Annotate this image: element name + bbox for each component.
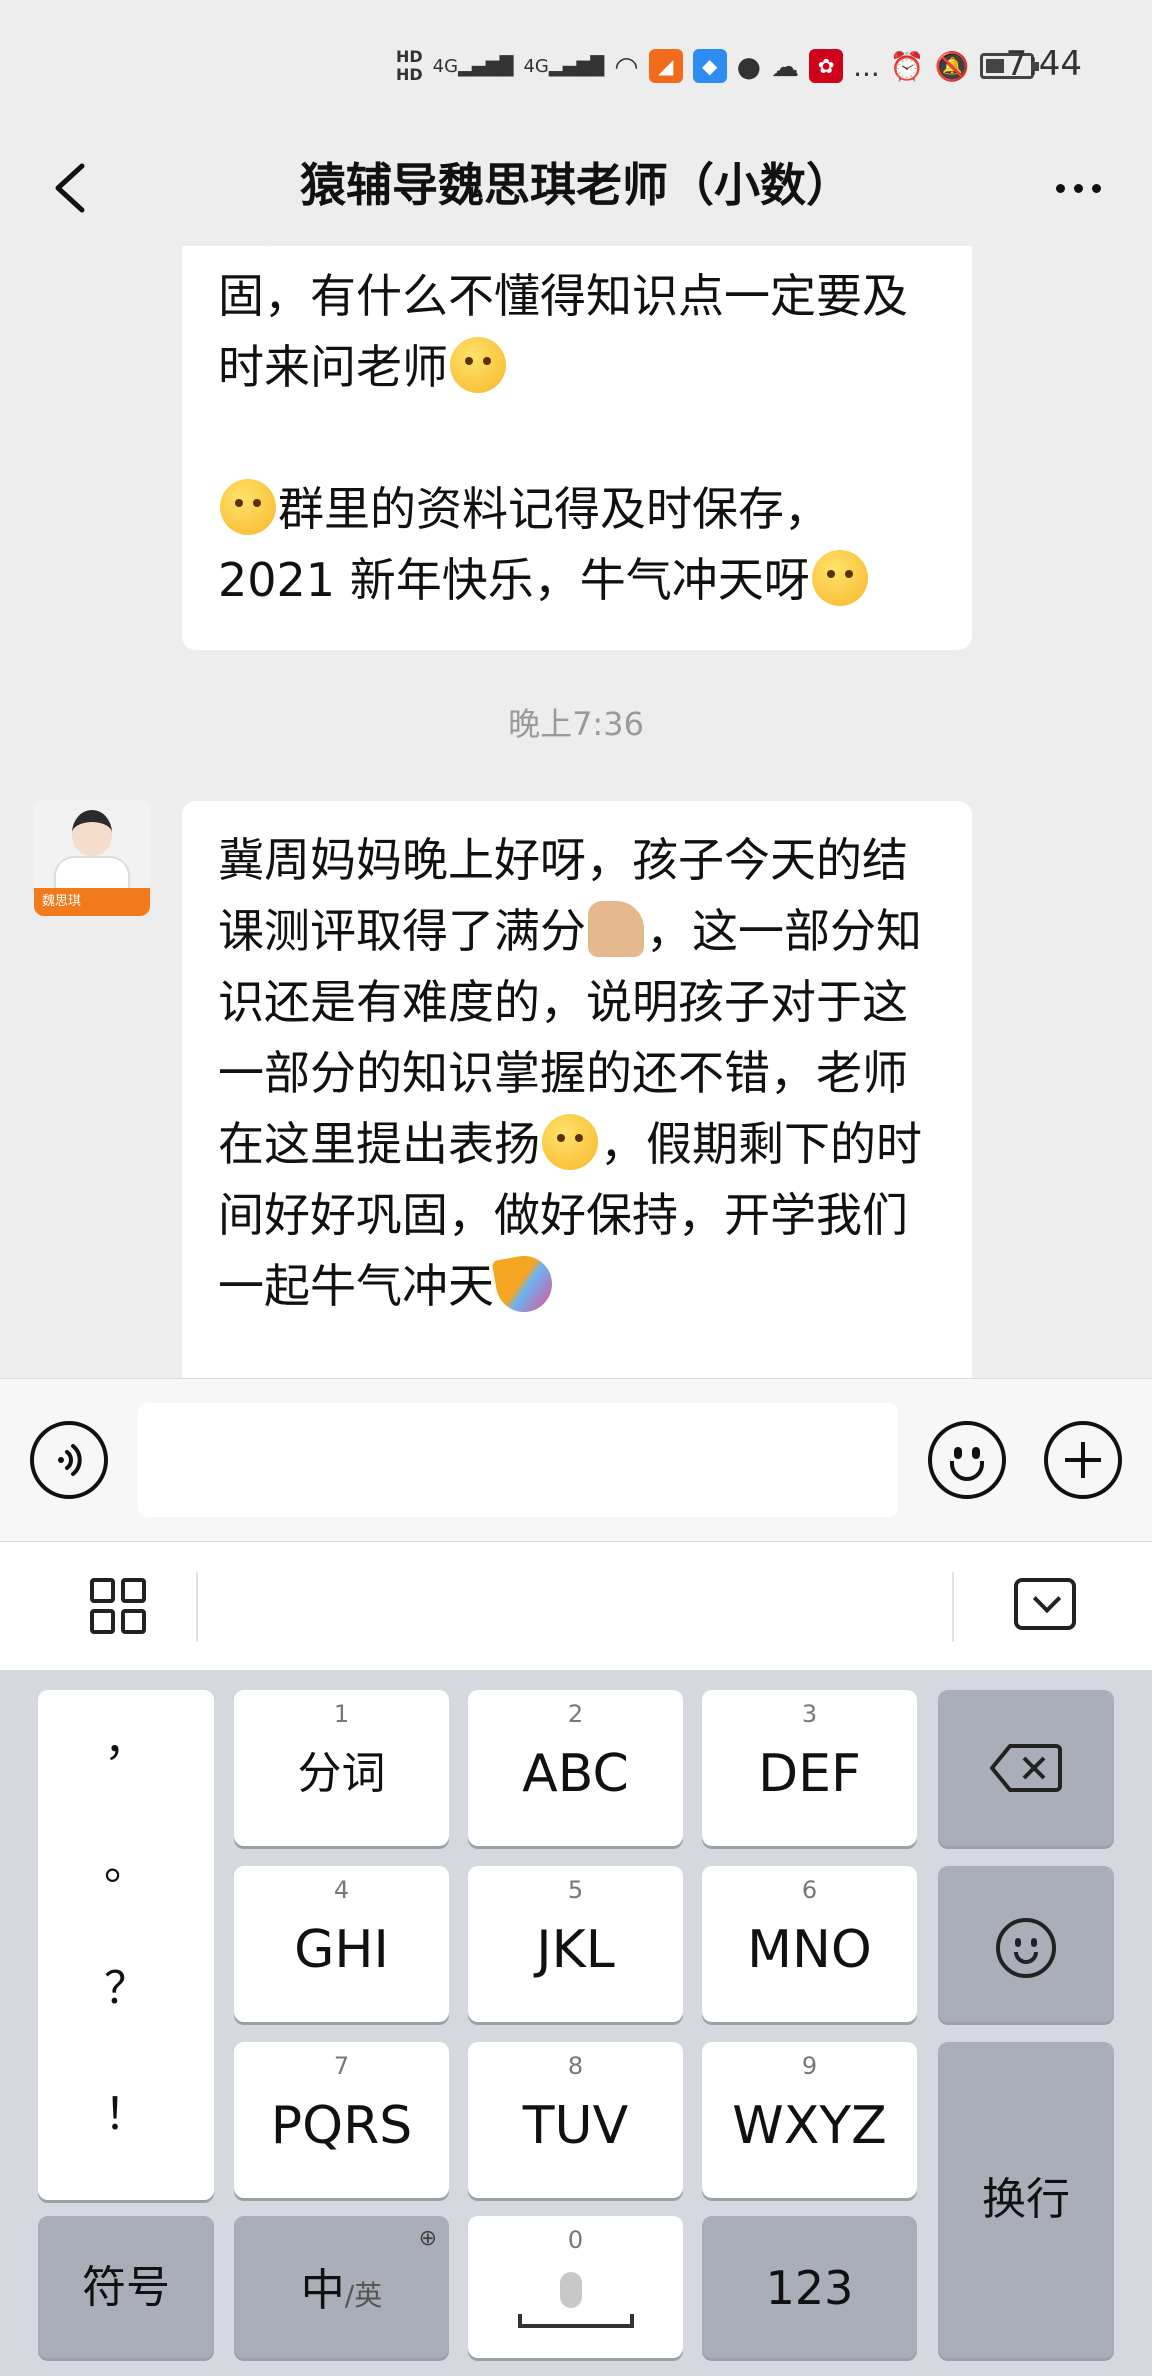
globe-icon: ⊕ [418, 2226, 437, 2251]
time-separator: 晚上7:36 [508, 705, 644, 743]
message-line: 一部分的知识掌握的还不错，老师 [218, 1046, 908, 1100]
key-3[interactable]: 3 DEF [702, 1690, 917, 1846]
symbols-key[interactable]: 符号 [38, 2216, 214, 2358]
more-options-button[interactable] [1038, 148, 1118, 228]
chat-header: 猿辅导魏思琪老师（小数） [0, 130, 1152, 246]
message-line: 时来问老师 [218, 332, 936, 403]
more-notifications: ... [853, 49, 880, 83]
status-icons: HD HD 4G▂▄▆█ 4G▂▄▆█ ◠ ◢ ◆ ● ☁ ✿ ... ⏰ 🔕 [396, 38, 1039, 94]
chat-title: 猿辅导魏思琪老师（小数） [300, 158, 852, 212]
message-input[interactable] [138, 1403, 898, 1517]
punct-key[interactable]: ！ [38, 2078, 214, 2142]
status-bar: HD HD 4G▂▄▆█ 4G▂▄▆█ ◠ ◢ ◆ ● ☁ ✿ ... ⏰ 🔕 7… [0, 0, 1152, 130]
smiley-icon [996, 1918, 1056, 1978]
message-line: 忘，利用好剩下的时间好好复习巩 [218, 246, 936, 261]
smirk-emoji-icon [220, 479, 276, 535]
enter-key[interactable]: 换行 [938, 2042, 1114, 2358]
input-bar [0, 1378, 1152, 1542]
voice-icon [58, 1444, 82, 1476]
key-1[interactable]: 1 分词 [234, 1690, 449, 1846]
avatar-name: 魏思琪 [34, 888, 150, 916]
more-dots-icon [1055, 183, 1065, 193]
key-6[interactable]: 6 MNO [702, 1866, 917, 2022]
key-5[interactable]: 5 JKL [468, 1866, 683, 2022]
key-8[interactable]: 8 TUV [468, 2042, 683, 2198]
app-notification-icon: ◢ [648, 49, 683, 83]
alarm-icon: ⏰ [889, 49, 925, 83]
message-line: 一起牛气冲天 [218, 1251, 936, 1322]
tongue-wink-emoji-icon [542, 1114, 598, 1170]
space-key[interactable]: 0 [468, 2216, 683, 2358]
punct-key[interactable]: 。 [38, 1828, 214, 1892]
grid-menu-icon[interactable] [90, 1578, 146, 1634]
wifi-icon: ◠ [614, 49, 639, 83]
key-4[interactable]: 4 GHI [234, 1866, 449, 2022]
message-bubble[interactable]: 忘，利用好剩下的时间好好复习巩 固，有什么不懂得知识点一定要及 时来问老师 群里… [182, 246, 972, 650]
shush-emoji-icon [811, 550, 868, 606]
keyboard-toolbar [0, 1542, 1152, 1670]
message-line: 固，有什么不懂得知识点一定要及 [218, 269, 908, 323]
message-line: 群里的资料记得及时保存， [218, 474, 936, 545]
chat-area[interactable]: 忘，利用好剩下的时间好好复习巩 固，有什么不懂得知识点一定要及 时来问老师 群里… [0, 246, 1152, 1378]
message-line: 课测评取得了满分 ，这一部分知 [218, 896, 936, 967]
message-bubble[interactable]: 冀周妈妈晚上好呀，孩子今天的结 课测评取得了满分 ，这一部分知 识还是有难度的，说… [182, 801, 972, 1378]
microphone-icon [560, 2272, 582, 2308]
hd-indicator: HD HD [396, 47, 423, 84]
clock: 7:44 [1005, 44, 1082, 84]
message-line: 间好好巩固，做好保持，开学我们 [218, 1188, 908, 1242]
punct-key[interactable]: ， [38, 1704, 214, 1768]
signal-icon-2: 4G▂▄▆█ [523, 55, 605, 77]
key-2[interactable]: 2 ABC [468, 1690, 683, 1846]
message-line: 在这里提出表扬 ，假期剩下的时 [218, 1109, 936, 1180]
message-line: 2021 新年快乐，牛气冲天呀 [218, 545, 936, 616]
key-9[interactable]: 9 WXYZ [702, 2042, 917, 2198]
cloud-icon: ☁ [771, 49, 800, 83]
message-line: 冀周妈妈晚上好呀，孩子今天的结 [218, 833, 908, 887]
plus-button[interactable] [1044, 1421, 1122, 1499]
space-icon [518, 2314, 634, 2328]
punct-key[interactable]: ？ [38, 1952, 214, 2016]
chevron-left-icon [55, 163, 85, 213]
key-7[interactable]: 7 PQRS [234, 2042, 449, 2198]
punctuation-column[interactable]: ， 。 ？ ！ [38, 1690, 214, 2200]
backspace-icon [990, 1744, 1062, 1792]
app-notification-icon: ◆ [692, 49, 727, 83]
salute-emoji-icon [450, 337, 506, 393]
language-switch-key[interactable]: ⊕ 中/英 [234, 2216, 449, 2358]
avatar[interactable]: 魏思琪 [34, 800, 150, 916]
back-button[interactable] [30, 148, 110, 228]
backspace-key[interactable] [938, 1690, 1114, 1846]
keyboard: ， 。 ？ ！ 1 分词 2 ABC 3 DEF 4 GHI 5 JKL 6 MNO 7 PQ… [0, 1670, 1152, 2376]
app-notification-icon: ✿ [809, 49, 844, 83]
signal-icon-1: 4G▂▄▆█ [432, 55, 514, 77]
thumbs-up-emoji-icon [588, 901, 644, 957]
voice-button[interactable] [30, 1421, 108, 1499]
numbers-key[interactable]: 123 [702, 2216, 917, 2358]
message-icon: ● [736, 49, 762, 83]
mute-icon: 🔕 [934, 49, 970, 83]
message-line: 识还是有难度的，说明孩子对于这 [218, 975, 908, 1029]
emoji-key[interactable] [938, 1866, 1114, 2022]
party-popper-emoji-icon [491, 1251, 557, 1317]
emoji-button[interactable] [928, 1421, 1006, 1499]
collapse-keyboard-icon[interactable] [1014, 1578, 1076, 1630]
